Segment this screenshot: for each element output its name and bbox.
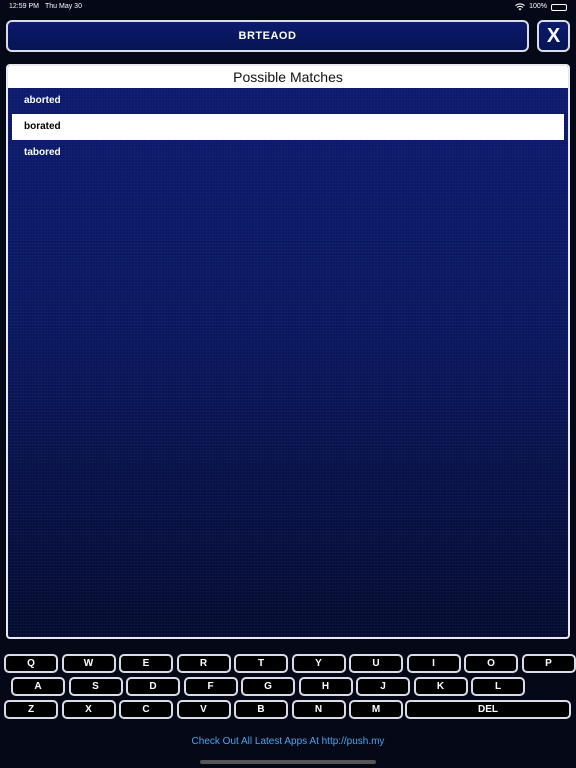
status-bar: 12:59 PM Thu May 30 100% bbox=[0, 0, 576, 14]
matches-panel: Possible Matches aborted borated tabored bbox=[6, 64, 570, 639]
key-b[interactable]: B bbox=[234, 700, 288, 719]
status-date: Thu May 30 bbox=[45, 3, 82, 10]
letters-input[interactable]: BRTEAOD bbox=[6, 20, 529, 52]
key-w[interactable]: W bbox=[61, 654, 116, 673]
wifi-icon bbox=[515, 3, 525, 11]
key-x[interactable]: X bbox=[61, 700, 116, 719]
home-indicator bbox=[200, 760, 376, 764]
key-n[interactable]: N bbox=[291, 700, 346, 719]
key-o[interactable]: O bbox=[464, 654, 518, 673]
match-list: aborted borated tabored bbox=[8, 88, 568, 166]
key-f[interactable]: F bbox=[183, 677, 238, 696]
key-j[interactable]: J bbox=[356, 677, 410, 696]
matches-header: Possible Matches bbox=[8, 66, 568, 88]
clear-button[interactable]: X bbox=[537, 20, 570, 52]
key-z[interactable]: Z bbox=[4, 700, 58, 719]
match-item[interactable]: tabored bbox=[12, 140, 564, 166]
key-k[interactable]: K bbox=[413, 677, 468, 696]
key-i[interactable]: I bbox=[406, 654, 461, 673]
status-right: 100% bbox=[515, 0, 567, 14]
key-c[interactable]: C bbox=[119, 700, 173, 719]
key-s[interactable]: S bbox=[68, 677, 123, 696]
key-h[interactable]: H bbox=[298, 677, 353, 696]
key-g[interactable]: G bbox=[241, 677, 295, 696]
key-m[interactable]: M bbox=[349, 700, 403, 719]
letters-value: BRTEAOD bbox=[238, 30, 297, 42]
key-a[interactable]: A bbox=[11, 677, 65, 696]
match-item[interactable]: borated bbox=[12, 114, 564, 140]
key-q[interactable]: Q bbox=[4, 654, 58, 673]
match-item[interactable]: aborted bbox=[12, 88, 564, 114]
battery-icon bbox=[551, 3, 567, 11]
key-p[interactable]: P bbox=[521, 654, 576, 673]
key-e[interactable]: E bbox=[119, 654, 173, 673]
key-v[interactable]: V bbox=[176, 700, 231, 719]
key-r[interactable]: R bbox=[176, 654, 231, 673]
promo-link[interactable]: Check Out All Latest Apps At http://push… bbox=[0, 736, 576, 747]
status-time: 12:59 PM bbox=[9, 3, 39, 10]
key-u[interactable]: U bbox=[349, 654, 403, 673]
battery-percent: 100% bbox=[529, 3, 547, 10]
key-t[interactable]: T bbox=[234, 654, 288, 673]
key-d[interactable]: D bbox=[126, 677, 180, 696]
delete-key[interactable]: DEL bbox=[405, 700, 571, 719]
key-y[interactable]: Y bbox=[291, 654, 346, 673]
key-l[interactable]: L bbox=[471, 677, 525, 696]
